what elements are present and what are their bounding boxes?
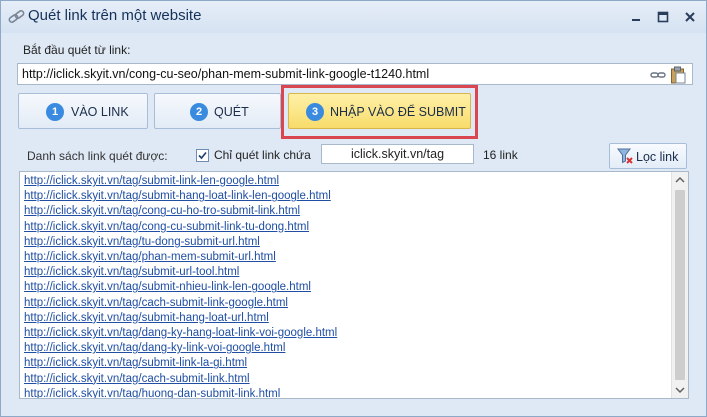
scroll-down-icon[interactable] [675, 386, 685, 394]
link-chain-icon[interactable] [650, 69, 666, 81]
start-url-label: Bắt đầu quét từ link: [23, 43, 131, 57]
list-item[interactable]: http://iclick.skyit.vn/tag/submit-hang-l… [24, 190, 331, 202]
minimize-icon[interactable] [629, 10, 643, 24]
start-url-input[interactable]: http://iclick.skyit.vn/cong-cu-seo/phan-… [17, 63, 693, 85]
list-item[interactable]: http://iclick.skyit.vn/tag/submit-link-l… [24, 175, 279, 187]
list-item[interactable]: http://iclick.skyit.vn/tag/huong-dan-sub… [24, 388, 280, 398]
step-3-label: NHẬP VÀO ĐỂ SUBMIT [330, 105, 466, 119]
contains-filter-input[interactable]: iclick.skyit.vn/tag [321, 144, 474, 164]
scroll-up-icon[interactable] [675, 176, 685, 184]
list-item[interactable]: http://iclick.skyit.vn/tag/dang-ky-link-… [24, 342, 285, 354]
only-contains-checkbox[interactable] [196, 149, 209, 162]
step-1-number: 1 [46, 103, 64, 121]
scroll-thumb[interactable] [675, 190, 685, 380]
window-title: Quét link trên một website [28, 7, 202, 24]
list-item[interactable]: http://iclick.skyit.vn/tag/cach-submit-l… [24, 373, 250, 385]
title-bar: Quét link trên một website [1, 1, 706, 33]
scanned-links-list[interactable]: http://iclick.skyit.vn/tag/submit-link-l… [19, 171, 689, 399]
check-icon [198, 151, 207, 160]
list-item[interactable]: http://iclick.skyit.vn/tag/cach-submit-l… [24, 297, 288, 309]
step-3-submit-button[interactable]: 3 NHẬP VÀO ĐỂ SUBMIT [288, 93, 471, 129]
list-item[interactable]: http://iclick.skyit.vn/tag/dang-ky-hang-… [24, 327, 337, 339]
filter-links-button[interactable]: Lọc link [609, 143, 687, 169]
close-icon[interactable] [683, 10, 697, 24]
list-item[interactable]: http://iclick.skyit.vn/tag/submit-url-to… [24, 266, 239, 278]
step-3-number: 3 [306, 103, 324, 121]
list-item[interactable]: http://iclick.skyit.vn/tag/submit-link-l… [24, 357, 247, 369]
scan-links-window: Quét link trên một website Bắt đầu quét … [0, 0, 707, 417]
step-2-scan-button[interactable]: 2 QUÉT [154, 93, 281, 129]
link-icon [8, 10, 25, 23]
only-contains-label: Chỉ quét link chứa [214, 148, 311, 162]
list-item[interactable]: http://iclick.skyit.vn/tag/cong-cu-submi… [24, 221, 309, 233]
list-item[interactable]: http://iclick.skyit.vn/tag/submit-hang-l… [24, 312, 269, 324]
vertical-scrollbar[interactable] [671, 172, 688, 398]
step-1-open-link-button[interactable]: 1 VÀO LINK [18, 93, 148, 129]
step-2-number: 2 [190, 103, 208, 121]
maximize-icon[interactable] [656, 10, 670, 24]
list-item[interactable]: http://iclick.skyit.vn/tag/cong-cu-ho-tr… [24, 205, 300, 217]
filter-links-label: Lọc link [636, 150, 679, 164]
list-item[interactable]: http://iclick.skyit.vn/tag/submit-nhieu-… [24, 281, 311, 293]
step-2-label: QUÉT [214, 105, 249, 119]
filter-icon [617, 148, 633, 164]
url-field-icons [648, 66, 688, 84]
list-item[interactable]: http://iclick.skyit.vn/tag/tu-dong-submi… [24, 236, 260, 248]
step-1-label: VÀO LINK [71, 105, 129, 119]
clipboard-icon[interactable] [670, 66, 686, 84]
list-item[interactable]: http://iclick.skyit.vn/tag/phan-mem-subm… [24, 251, 276, 263]
link-count: 16 link [483, 148, 518, 162]
link-list-label: Danh sách link quét được: [27, 149, 168, 163]
start-url-value: http://iclick.skyit.vn/cong-cu-seo/phan-… [22, 67, 430, 81]
